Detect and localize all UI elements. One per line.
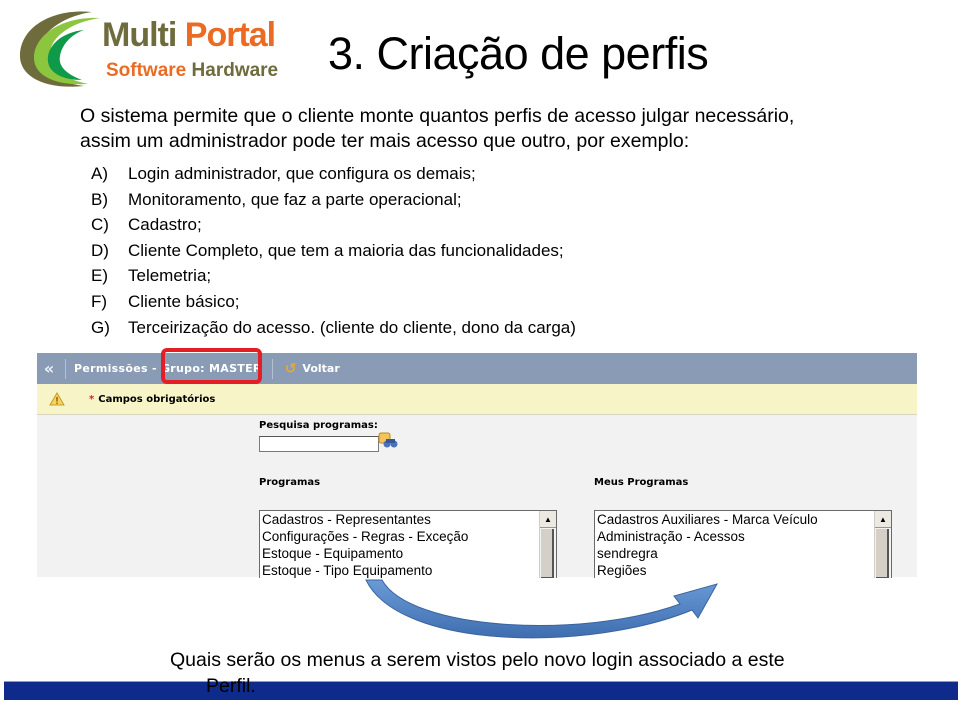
- logo-swoosh-icon: [20, 11, 100, 87]
- my-programs-option[interactable]: Administração - Acessos: [595, 528, 891, 545]
- scroll-up-icon[interactable]: ▲: [540, 511, 556, 528]
- list-marker: F): [91, 291, 108, 311]
- list-item-text: Monitoramento, que faz a parte operacion…: [128, 189, 462, 209]
- required-fields-text: Campos obrigatórios: [98, 393, 216, 405]
- required-fields-notice: * Campos obrigatórios: [37, 384, 917, 415]
- my-programs-option[interactable]: Cadastros Auxiliares - Marca Veículo: [595, 511, 891, 528]
- list-item: G) Terceirização do acesso. (cliente do …: [91, 315, 576, 341]
- logo-hardware: Hardware: [191, 60, 279, 81]
- scroll-up-icon[interactable]: ▲: [875, 511, 891, 528]
- list-marker: G): [91, 317, 110, 337]
- list-item: B) Monitoramento, que faz a parte operaci…: [91, 187, 576, 213]
- logo-portal: Portal: [184, 16, 276, 54]
- list-item: C) Cadastro;: [91, 212, 576, 238]
- my-programs-label: Meus Programas: [594, 477, 689, 488]
- logo-multi: Multi: [102, 16, 177, 54]
- group-highlight-box: [161, 348, 262, 384]
- list-item-text: Terceirização do acesso. (cliente do cli…: [128, 317, 576, 337]
- collapse-icon[interactable]: «: [39, 359, 59, 378]
- my-programs-option[interactable]: sendregra: [595, 545, 891, 562]
- logo-software: Software: [106, 60, 187, 81]
- list-item: D) Cliente Completo, que tem a maioria da…: [91, 238, 576, 264]
- list-marker: A): [91, 164, 108, 183]
- required-star: *: [89, 393, 95, 405]
- intro-paragraph: O sistema permite que o cliente monte qu…: [80, 104, 940, 154]
- permissions-screen: « Permissões - Grupo: MASTER ↺ Voltar * …: [37, 348, 917, 578]
- intro-line: assim um administrador pode ter mais ace…: [80, 130, 690, 152]
- list-item-text: Cliente Completo, que tem a maioria das …: [128, 240, 564, 260]
- list-marker: D): [91, 240, 109, 260]
- toolbar-title-prefix: Permissões -: [74, 362, 161, 375]
- toolbar-divider: [65, 358, 66, 379]
- my-programs-scrollbar[interactable]: ▲: [874, 511, 891, 578]
- list-item: E) Telemetria;: [91, 263, 576, 289]
- undo-icon: ↺: [284, 360, 297, 377]
- back-button-label: Voltar: [302, 362, 340, 375]
- programs-option[interactable]: Estoque - Equipamento: [260, 545, 556, 562]
- profile-list: A) Login administrador, que configura os …: [91, 161, 576, 340]
- caption-line: Quais serão os menus a serem vistos pelo…: [170, 649, 785, 671]
- list-marker: C): [91, 215, 109, 235]
- list-marker: B): [91, 189, 108, 209]
- toolbar-divider: [271, 358, 273, 379]
- list-item-text: Login administrador, que configura os de…: [128, 164, 476, 183]
- list-marker: E): [91, 266, 108, 286]
- caption-line: Perfil.: [206, 675, 256, 697]
- slide-title: 3. Criação de perfis: [328, 28, 709, 79]
- caption: Quais serão os menus a serem vistos pelo…: [170, 647, 785, 699]
- search-label: Pesquisa programas:: [259, 420, 378, 431]
- programs-scrollbar[interactable]: ▲: [539, 511, 556, 578]
- list-item: F) Cliente básico;: [91, 289, 576, 315]
- list-item-text: Cliente básico;: [128, 291, 240, 311]
- my-programs-listbox[interactable]: Cadastros Auxiliares - Marca Veículo Adm…: [594, 510, 892, 578]
- company-logo: Multi Portal Software Hardware: [14, 4, 284, 96]
- logo-title: Multi Portal: [102, 16, 276, 55]
- list-item: A) Login administrador, que configura os …: [91, 161, 576, 187]
- programs-label: Programas: [259, 477, 321, 488]
- search-programs-input[interactable]: [259, 436, 379, 452]
- intro-line: O sistema permite que o cliente monte qu…: [80, 105, 795, 127]
- scroll-thumb[interactable]: [876, 529, 889, 578]
- programs-listbox[interactable]: Cadastros - Representantes Configurações…: [259, 510, 557, 578]
- programs-option[interactable]: Cadastros - Representantes: [260, 511, 556, 528]
- binoculars-search-icon[interactable]: [378, 432, 398, 450]
- logo-subtitle: Software Hardware: [106, 60, 278, 82]
- warning-icon: [49, 392, 65, 406]
- back-button[interactable]: ↺ Voltar: [285, 361, 340, 377]
- curved-arrow-icon: [365, 579, 719, 639]
- programs-option[interactable]: Configurações - Regras - Exceção: [260, 528, 556, 545]
- list-item-text: Cadastro;: [128, 215, 202, 235]
- list-item-text: Telemetria;: [128, 266, 212, 286]
